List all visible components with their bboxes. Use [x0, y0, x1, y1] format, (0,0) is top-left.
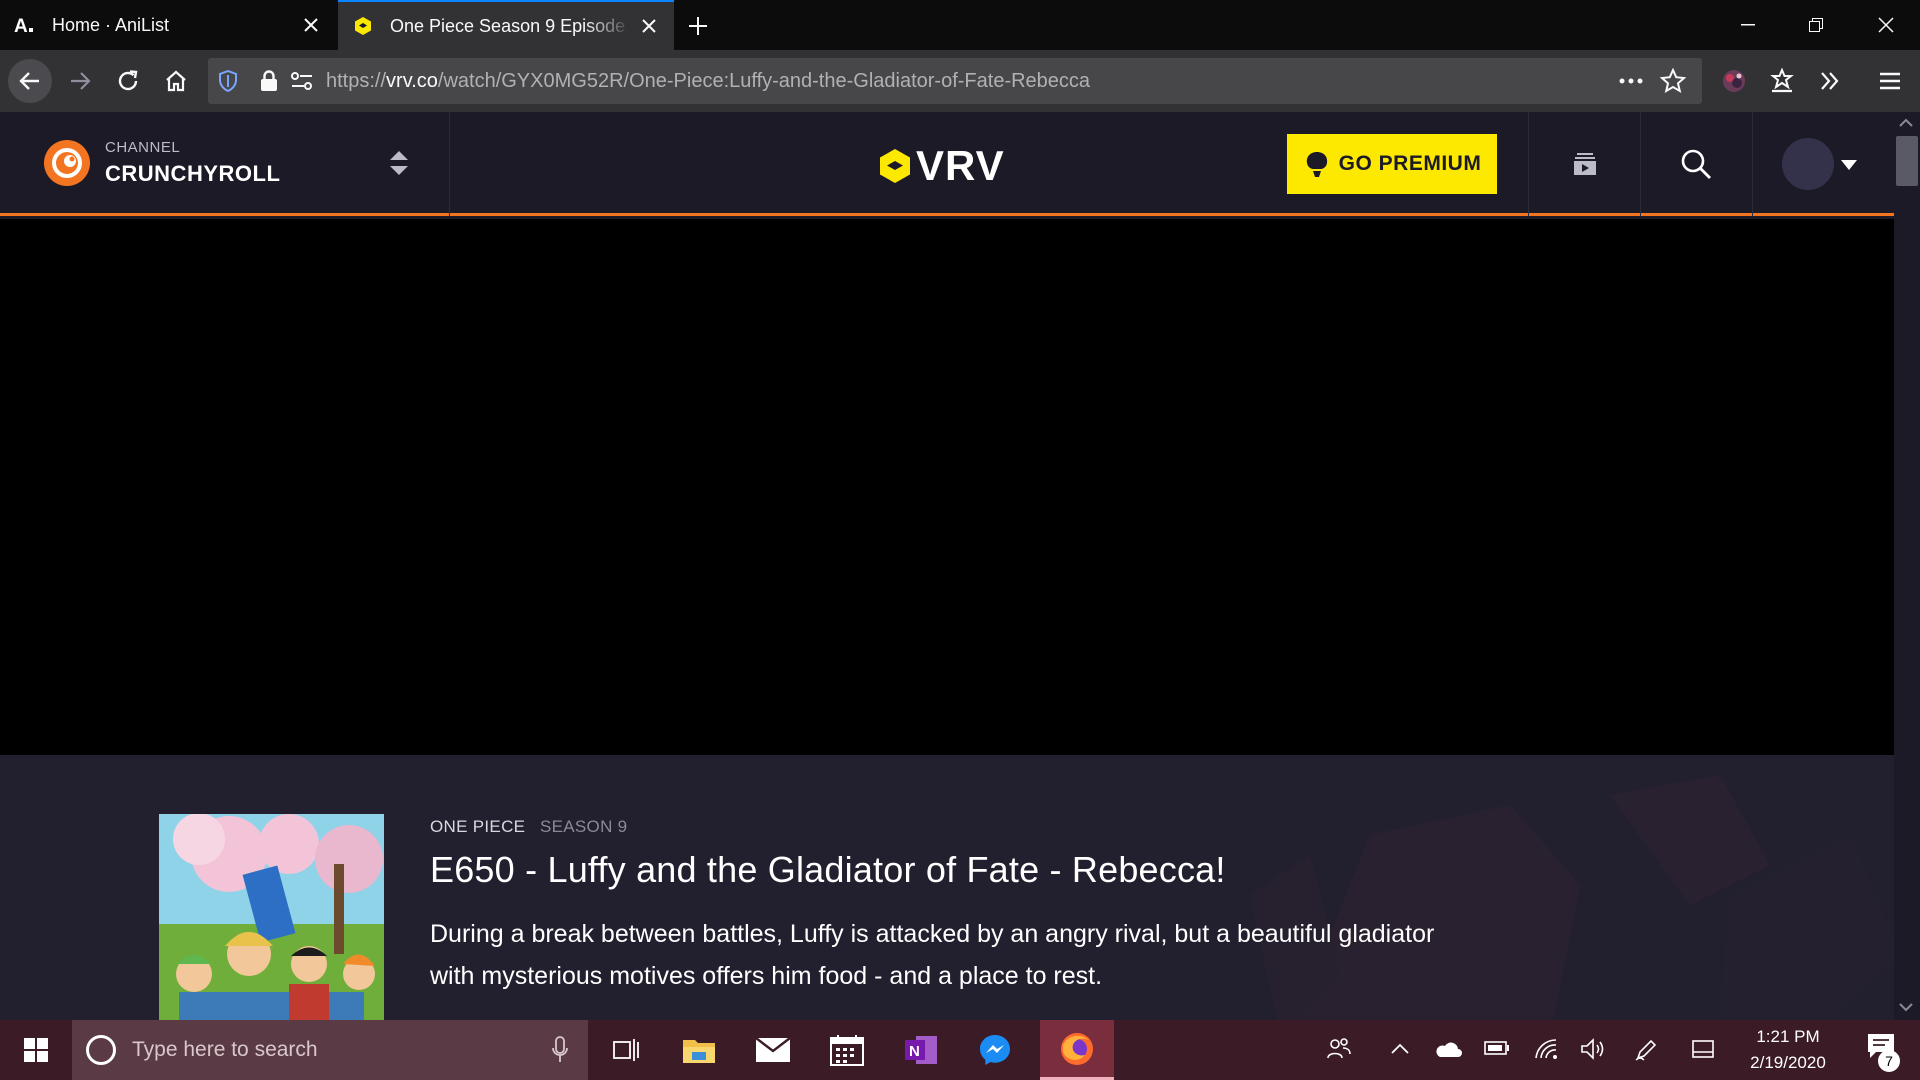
chevron-up-icon[interactable] [1390, 1042, 1410, 1060]
tab-one-piece[interactable]: One Piece Season 9 Episode 650 [338, 0, 674, 50]
url-domain: vrv.co [386, 70, 438, 92]
channel-label: CHANNEL [105, 139, 181, 156]
extension-icon[interactable] [1712, 59, 1756, 103]
library-icon[interactable] [1760, 59, 1804, 103]
episode-title: E650 - Luffy and the Gladiator of Fate -… [430, 849, 1226, 890]
forward-button[interactable] [58, 59, 102, 103]
clock-date: 2/19/2020 [1750, 1053, 1826, 1072]
watchlist-icon[interactable] [1563, 142, 1607, 186]
header-divider [1640, 112, 1641, 216]
tab-anilist[interactable]: A Home · AniList [0, 0, 336, 50]
action-center-icon[interactable]: 7 [1856, 1030, 1906, 1072]
file-explorer-icon[interactable] [662, 1020, 736, 1080]
cortana-icon [86, 1035, 116, 1065]
vrv-logo[interactable]: VRV [878, 142, 1005, 190]
notification-count-badge: 7 [1878, 1050, 1900, 1072]
header-divider [1528, 112, 1529, 216]
wifi-icon[interactable] [1534, 1038, 1558, 1065]
bookmark-star-icon[interactable] [1659, 67, 1687, 99]
channel-switcher[interactable]: CHANNEL CRUNCHYROLL [0, 112, 450, 216]
tracking-protection-icon[interactable] [218, 69, 238, 97]
calendar-icon[interactable] [810, 1020, 884, 1080]
touch-keyboard-icon[interactable] [1692, 1040, 1714, 1063]
hamburger-menu-icon[interactable] [1868, 59, 1912, 103]
url-path: /watch/GYX0MG52R/One-Piece:Luffy-and-the… [437, 70, 1091, 92]
new-tab-button[interactable] [680, 8, 716, 44]
minimize-button[interactable] [1714, 0, 1782, 50]
onedrive-icon[interactable] [1434, 1040, 1462, 1063]
back-button[interactable] [8, 59, 52, 103]
onenote-icon[interactable]: N [884, 1020, 958, 1080]
vrv-hex-icon [880, 149, 910, 183]
search-placeholder: Type here to search [132, 1038, 318, 1061]
svg-text:A: A [14, 16, 28, 34]
close-tab-icon[interactable] [632, 9, 666, 43]
header-divider [1752, 112, 1753, 216]
messenger-icon[interactable] [958, 1020, 1032, 1080]
vrv-logo-text: VRV [916, 142, 1005, 189]
crunchyroll-icon [44, 140, 90, 186]
firefox-icon[interactable] [1040, 1020, 1114, 1080]
go-premium-button[interactable]: GO PREMIUM [1287, 134, 1497, 194]
browser-tab-strip: A Home · AniList One Piece Season 9 Epis… [0, 0, 1920, 50]
task-view-icon[interactable] [588, 1020, 662, 1080]
video-player[interactable] [0, 219, 1894, 755]
battery-icon[interactable] [1484, 1040, 1510, 1061]
pen-icon[interactable] [1634, 1038, 1658, 1067]
svg-text:N: N [909, 1043, 920, 1060]
clock-time: 1:21 PM [1756, 1027, 1820, 1046]
scroll-down-icon[interactable] [1898, 1000, 1914, 1018]
taskbar-clock[interactable]: 1:21 PM 2/19/2020 [1720, 1024, 1856, 1076]
series-thumbnail[interactable] [159, 814, 384, 1020]
windows-taskbar: Type here to search N 1:21 PM 2/19/2020 … [0, 1020, 1920, 1080]
restore-button[interactable] [1782, 0, 1850, 50]
chevron-down-icon[interactable] [1840, 158, 1858, 176]
overflow-chevron-icon[interactable] [1808, 59, 1852, 103]
avatar[interactable] [1782, 138, 1834, 190]
reload-button[interactable] [106, 59, 150, 103]
close-window-button[interactable] [1852, 0, 1920, 50]
taskbar-search-box[interactable]: Type here to search [72, 1020, 588, 1080]
up-down-caret-icon[interactable] [388, 148, 410, 183]
vrv-page: CHANNEL CRUNCHYROLL VRV GO PREMIUM ONE P… [0, 112, 1894, 1020]
volume-icon[interactable] [1580, 1038, 1606, 1065]
tab-title: Home · AniList [52, 14, 170, 35]
people-icon[interactable] [1326, 1036, 1352, 1067]
episode-info: ONE PIECE SEASON 9 E650 - Luffy and the … [0, 755, 1894, 1020]
browser-nav-bar: https://vrv.co/watch/GYX0MG52R/One-Piece… [0, 50, 1920, 112]
series-link[interactable]: ONE PIECE [430, 817, 525, 837]
mail-icon[interactable] [736, 1020, 810, 1080]
vrv-icon [352, 15, 374, 37]
site-header: CHANNEL CRUNCHYROLL VRV GO PREMIUM [0, 112, 1894, 216]
close-tab-icon[interactable] [294, 8, 328, 42]
lock-icon[interactable] [260, 70, 278, 97]
channel-name: CRUNCHYROLL [105, 161, 281, 186]
scroll-up-icon[interactable] [1898, 116, 1914, 134]
url-bar[interactable]: https://vrv.co/watch/GYX0MG52R/One-Piece… [208, 58, 1702, 104]
windows-start-icon[interactable] [0, 1020, 72, 1080]
search-icon[interactable] [1674, 142, 1718, 186]
season-label: SEASON 9 [540, 817, 628, 836]
episode-description: During a break between battles, Luffy is… [430, 920, 1435, 990]
home-button[interactable] [154, 59, 198, 103]
anilist-icon: A [14, 14, 36, 36]
url-prefix: https:// [326, 70, 387, 92]
url-text: https://vrv.co/watch/GYX0MG52R/One-Piece… [326, 70, 1090, 93]
scrollbar-thumb[interactable] [1896, 136, 1918, 186]
premium-icon [1306, 152, 1327, 177]
tab-title: One Piece Season 9 Episode 650 [390, 15, 632, 36]
premium-label: GO PREMIUM [1338, 152, 1482, 175]
page-scrollbar[interactable] [1894, 112, 1920, 1020]
page-actions-icon[interactable] [1618, 68, 1644, 99]
microphone-icon[interactable] [552, 1036, 568, 1069]
permissions-icon[interactable] [290, 70, 314, 97]
